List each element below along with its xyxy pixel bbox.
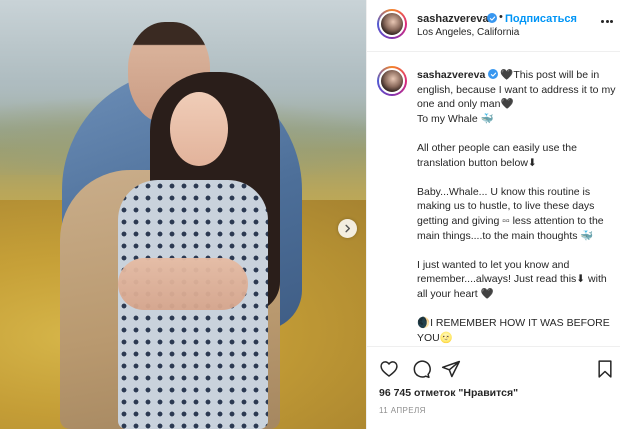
post-side-panel: sashazvereva • Подписаться Los Angeles, … xyxy=(366,0,620,429)
photo-hands xyxy=(118,258,248,310)
caption-avatar[interactable] xyxy=(377,66,407,96)
verified-badge-icon xyxy=(488,69,499,79)
post-header: sashazvereva • Подписаться Los Angeles, … xyxy=(367,0,620,52)
separator-dot: • xyxy=(499,11,503,23)
chevron-right-icon xyxy=(345,224,351,233)
header-username[interactable]: sashazvereva xyxy=(417,13,489,25)
post-photo[interactable] xyxy=(0,0,366,429)
caption-text: I just wanted to let you know and rememb… xyxy=(417,258,607,300)
post-date[interactable]: 11 АПРЕЛЯ xyxy=(379,406,426,415)
likes-count[interactable]: 96 745 отметок "Нравится" xyxy=(379,387,518,399)
more-options-icon[interactable] xyxy=(601,16,613,28)
caption-text: 🌒I REMEMBER HOW IT WAS BEFORE YOU🌝 xyxy=(417,317,610,344)
post-actions: 96 745 отметок "Нравится" 11 АПРЕЛЯ xyxy=(367,346,620,429)
comment-icon[interactable] xyxy=(411,359,431,379)
bookmark-icon[interactable] xyxy=(595,359,615,379)
caption-text: Baby...Whale... U know this routine is m… xyxy=(417,185,604,242)
caption-text: All other people can easily use the tran… xyxy=(417,141,577,169)
share-icon[interactable] xyxy=(441,359,461,379)
follow-button[interactable]: Подписаться xyxy=(505,13,577,25)
caption-first-line: sashazvereva 🖤This post will be in englis… xyxy=(417,68,617,112)
location-link[interactable]: Los Angeles, California xyxy=(417,27,519,38)
photo-woman-face xyxy=(170,92,228,166)
post-caption: sashazvereva 🖤This post will be in englis… xyxy=(417,68,617,345)
next-photo-button[interactable] xyxy=(338,219,357,238)
verified-badge-icon xyxy=(487,13,497,23)
heart-icon[interactable] xyxy=(379,359,399,379)
caption-text: To my Whale 🐳 xyxy=(417,112,494,125)
caption-username[interactable]: sashazvereva xyxy=(417,69,485,81)
avatar[interactable] xyxy=(377,9,407,39)
